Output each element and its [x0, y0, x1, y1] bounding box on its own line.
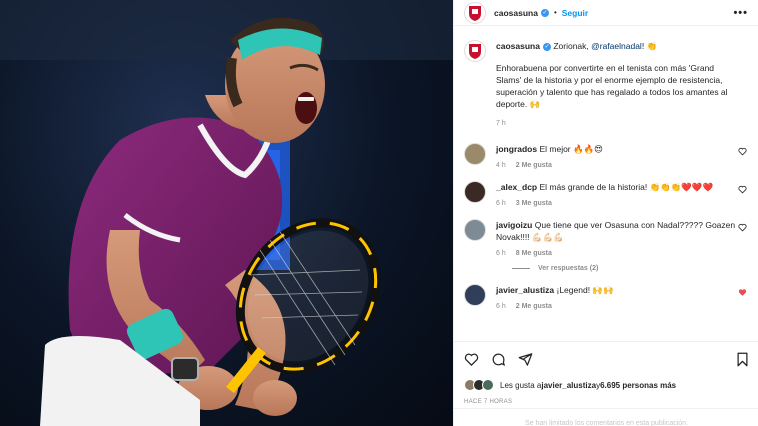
caption-body: Enhorabuena por convertirte en el tenist… — [496, 63, 728, 109]
comment-item: _alex_dcp El más grande de la historia! … — [464, 181, 749, 207]
likes-user-link[interactable]: javier_alustiza — [541, 381, 596, 390]
comment-time[interactable]: 6 h — [496, 250, 506, 257]
comments-list[interactable]: caosasuna ✓ Zorionak, @rafaelnadal! 👏 Enh… — [454, 27, 758, 339]
caption-line1-prefix: Zorionak, — [553, 41, 592, 51]
comment-item: jongrados El mejor 🔥🔥😍 4 h 2 Me gusta — [464, 143, 749, 169]
tennis-player-illustration — [0, 0, 453, 426]
heart-icon[interactable] — [464, 352, 479, 367]
post-timestamp[interactable]: HACE 7 HORAS — [464, 399, 749, 405]
caption-line1-suffix: ! 👏 — [641, 41, 658, 51]
comment-item: javier_alustiza ¡Legend! 🙌🙌 6 h 2 Me gust… — [464, 284, 749, 310]
caption-time[interactable]: 7 h — [496, 120, 506, 127]
caption-username[interactable]: caosasuna — [496, 41, 540, 51]
comment-username[interactable]: _alex_dcp — [496, 182, 537, 192]
likes-summary: Les gusta a javier_alustiza y 6.695 pers… — [464, 379, 749, 391]
comment-icon[interactable] — [491, 352, 506, 367]
comment-avatar[interactable] — [464, 181, 486, 203]
caption-avatar[interactable] — [464, 40, 486, 62]
comment-text: Que tiene que ver Osasuna con Nadal?????… — [496, 220, 736, 242]
comment-likes-count[interactable]: 3 Me gusta — [516, 200, 552, 207]
share-icon[interactable] — [518, 352, 533, 367]
comment-avatar[interactable] — [464, 284, 486, 306]
likes-count-link[interactable]: 6.695 personas más — [600, 381, 676, 390]
comment-time[interactable]: 4 h — [496, 162, 506, 169]
likes-prefix: Les gusta a — [500, 380, 542, 390]
replies-line — [512, 268, 530, 269]
post-photo[interactable] — [0, 0, 453, 426]
likers-avatars[interactable] — [464, 379, 494, 391]
comment-heart-icon-liked[interactable] — [738, 288, 747, 297]
comment-heart-icon[interactable] — [738, 223, 747, 232]
osasuna-crest-avatar[interactable] — [464, 1, 486, 24]
comment-heart-icon[interactable] — [738, 147, 747, 156]
follow-button[interactable]: Seguir — [562, 8, 588, 18]
comment-likes-count[interactable]: 2 Me gusta — [516, 162, 552, 169]
verified-icon: ✓ — [542, 42, 551, 51]
comment-likes-count[interactable]: 8 Me gusta — [516, 250, 552, 257]
post-side-panel: caosasuna ✓ • Seguir ••• caosasuna ✓ Zori… — [453, 0, 758, 426]
comment-username[interactable]: javigoizu — [496, 220, 532, 230]
comment-likes-count[interactable]: 2 Me gusta — [516, 303, 552, 310]
bookmark-icon[interactable] — [736, 352, 749, 367]
comment-text: El mejor 🔥🔥😍 — [539, 144, 604, 154]
comment-text: ¡Legend! 🙌🙌 — [556, 285, 614, 295]
comment-heart-icon[interactable] — [738, 185, 747, 194]
separator-dot: • — [553, 8, 557, 17]
comment-text: El más grande de la historia! 👏👏👏❤️❤️❤️ — [539, 182, 714, 192]
post-header: caosasuna ✓ • Seguir ••• — [454, 0, 758, 26]
comments-limited-notice: Se han limitado los comentarios en esta … — [454, 408, 758, 426]
comment-time[interactable]: 6 h — [496, 200, 506, 207]
comment-time[interactable]: 6 h — [496, 303, 506, 310]
more-icon[interactable]: ••• — [733, 7, 748, 19]
view-replies-label[interactable]: Ver respuestas (2) — [538, 265, 598, 272]
comment-item: javigoizu Que tiene que ver Osasuna con … — [464, 219, 749, 257]
comment-avatar[interactable] — [464, 219, 486, 241]
verified-icon: ✓ — [540, 8, 549, 17]
header-username[interactable]: caosasuna — [494, 8, 538, 18]
comment-username[interactable]: jongrados — [496, 144, 537, 154]
comment-username[interactable]: javier_alustiza — [496, 285, 554, 295]
post-actions: Les gusta a javier_alustiza y 6.695 pers… — [454, 341, 758, 405]
comment-avatar[interactable] — [464, 143, 486, 165]
caption-mention-link[interactable]: @rafaelnadal — [591, 41, 642, 51]
post-caption: caosasuna ✓ Zorionak, @rafaelnadal! 👏 Enh… — [464, 40, 749, 127]
view-replies-button[interactable]: Ver respuestas (2) — [512, 265, 749, 272]
